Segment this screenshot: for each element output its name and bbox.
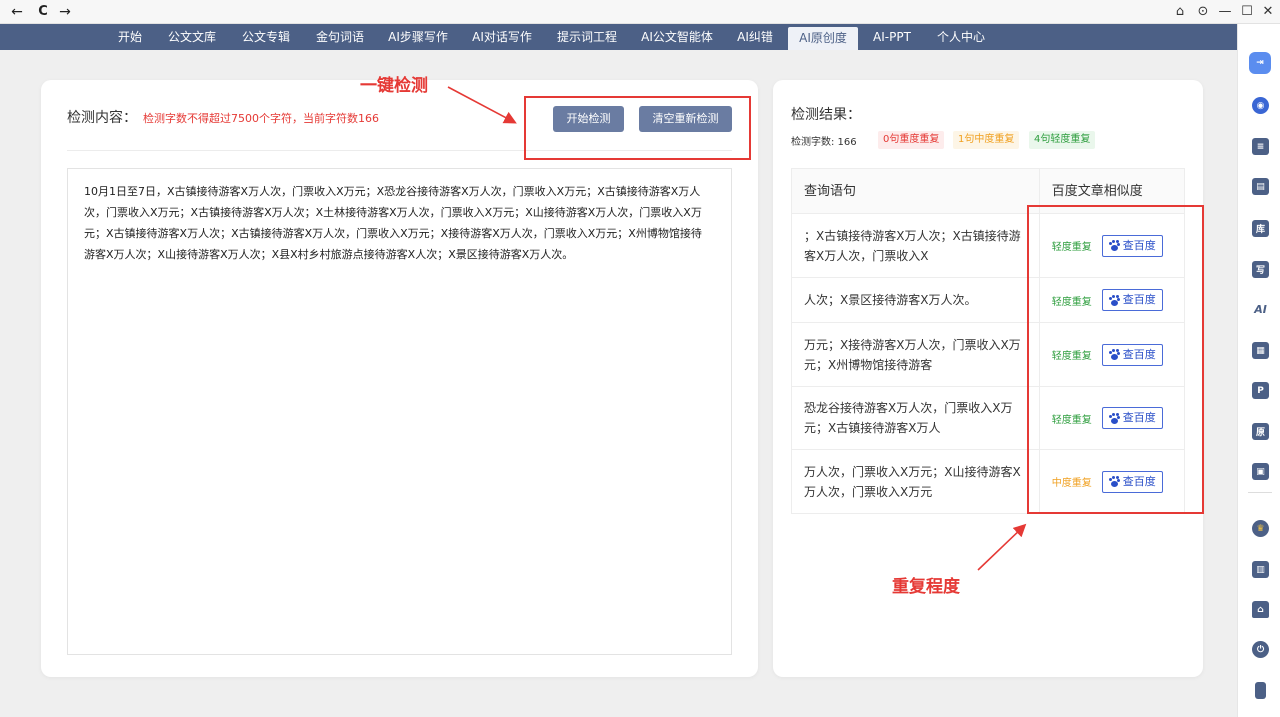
content-line: 10月1日至7日，X古镇接待游客X万人次，门票收入X万元；X恐龙谷接待游客X万人…: [84, 185, 701, 198]
annotation-box-similarity: [1027, 205, 1204, 514]
content-line: 游客X万人次；X山接待游客X万人次；X县X村乡村旅游点接待游客X人次；X景区接待…: [84, 248, 574, 261]
sentence-cell: 人次；X景区接待游客X万人次。: [804, 293, 977, 307]
file-icon[interactable]: ▦: [1252, 342, 1269, 359]
content-line: 次，门票收入X万元；X古镇接待游客X万人次；X土林接待游客X万人次，门票收入X万…: [84, 206, 702, 219]
sidebar-divider: [1248, 492, 1272, 493]
word-count: 检测字数: 166: [791, 137, 857, 148]
p-icon[interactable]: P: [1252, 382, 1269, 399]
annotation-one-click: 一键检测: [360, 76, 428, 96]
right-sidebar: ⇥ ◉ ≡ ▤ 库 写 AI ▦ P 原 ▣ ♛ ▥ ⌂ ⏻: [1237, 24, 1280, 717]
sentence-cell: 万人次，门票收入X万元；X山接待游客X万人次，门票收入X万元: [804, 464, 1021, 499]
original-icon[interactable]: 原: [1252, 423, 1269, 440]
chart-icon[interactable]: ▥: [1252, 561, 1269, 578]
minimize-icon[interactable]: —: [1216, 3, 1234, 21]
heavy-repeat-badge: 0句重度重复: [878, 131, 945, 149]
char-limit-hint: 检测字数不得超过7500个字符，当前字符数166: [143, 112, 379, 125]
library-icon[interactable]: 库: [1252, 220, 1269, 237]
sentence-cell: 万元；X接待游客X万人次，门票收入X万元；X州博物馆接待游客: [804, 337, 1021, 372]
globe-icon[interactable]: ◉: [1252, 97, 1269, 114]
power-icon[interactable]: ⏻: [1252, 641, 1269, 658]
back-icon[interactable]: ←: [8, 3, 26, 21]
crown-icon[interactable]: ♛: [1252, 520, 1269, 537]
input-title: 检测内容：: [67, 110, 137, 126]
menu-item-start[interactable]: 开始: [113, 24, 147, 50]
mid-repeat-badge: 1句中度重复: [953, 131, 1020, 149]
content-line: 元；X古镇接待游客X万人次；X古镇接待游客X万人次，门票收入X万元；X接待游客X…: [84, 227, 702, 240]
login-icon[interactable]: ⇥: [1249, 52, 1271, 74]
detection-input-panel: 检测内容： 检测字数不得超过7500个字符，当前字符数166 开始检测 清空重新…: [41, 80, 758, 677]
gift-icon[interactable]: ▣: [1252, 463, 1269, 480]
home-nav-icon[interactable]: ⌂: [1252, 601, 1269, 618]
sentence-cell: 恐龙谷接待游客X万人次，门票收入X万元；X古镇接待游客X万人: [804, 401, 1013, 435]
menu-item-ai-steps[interactable]: AI步骤写作: [385, 24, 451, 50]
forward-icon[interactable]: →: [56, 3, 74, 21]
menu-item-album[interactable]: 公文专辑: [237, 24, 295, 50]
briefcase-icon[interactable]: ≡: [1252, 138, 1269, 155]
main-menu: 开始 公文文库 公文专辑 金句词语 AI步骤写作 AI对话写作 提示词工程 AI…: [0, 24, 1237, 50]
menu-item-phrases[interactable]: 金句词语: [311, 24, 369, 50]
document-icon[interactable]: ▤: [1252, 178, 1269, 195]
menu-item-ai-originality[interactable]: AI原创度: [788, 27, 858, 50]
light-repeat-badge: 4句轻度重复: [1029, 131, 1096, 149]
col-sentence-header: 查询语句: [804, 184, 857, 199]
maximize-icon[interactable]: ☐: [1238, 3, 1256, 21]
settings-icon[interactable]: ⊙: [1194, 3, 1212, 21]
menu-item-prompt[interactable]: 提示词工程: [553, 24, 621, 50]
menu-item-profile[interactable]: 个人中心: [932, 24, 990, 50]
ai-icon[interactable]: AI: [1252, 301, 1269, 318]
menu-item-library[interactable]: 公文文库: [163, 24, 221, 50]
menu-item-ai-ppt[interactable]: AI-PPT: [866, 24, 918, 50]
annotation-box-buttons: [524, 96, 751, 160]
phone-icon[interactable]: [1255, 682, 1266, 699]
annotation-repeat-degree: 重复程度: [892, 577, 960, 597]
result-title: 检测结果：: [791, 107, 861, 123]
reload-icon[interactable]: C: [34, 3, 52, 21]
browser-toolbar: ← C → ⌂ ⊙ — ☐ ✕: [0, 0, 1280, 24]
menu-item-ai-dialog[interactable]: AI对话写作: [469, 24, 535, 50]
write-icon[interactable]: 写: [1252, 261, 1269, 278]
content-textarea[interactable]: 10月1日至7日，X古镇接待游客X万人次，门票收入X万元；X恐龙谷接待游客X万人…: [67, 168, 732, 655]
menu-item-ai-agent[interactable]: AI公文智能体: [637, 24, 717, 50]
sentence-cell: ；X古镇接待游客X万人次；X古镇接待游客X万人次，门票收入X: [804, 228, 1021, 263]
close-icon[interactable]: ✕: [1259, 3, 1277, 21]
home-icon[interactable]: ⌂: [1171, 3, 1189, 21]
menu-item-ai-correct[interactable]: AI纠错: [731, 24, 779, 50]
